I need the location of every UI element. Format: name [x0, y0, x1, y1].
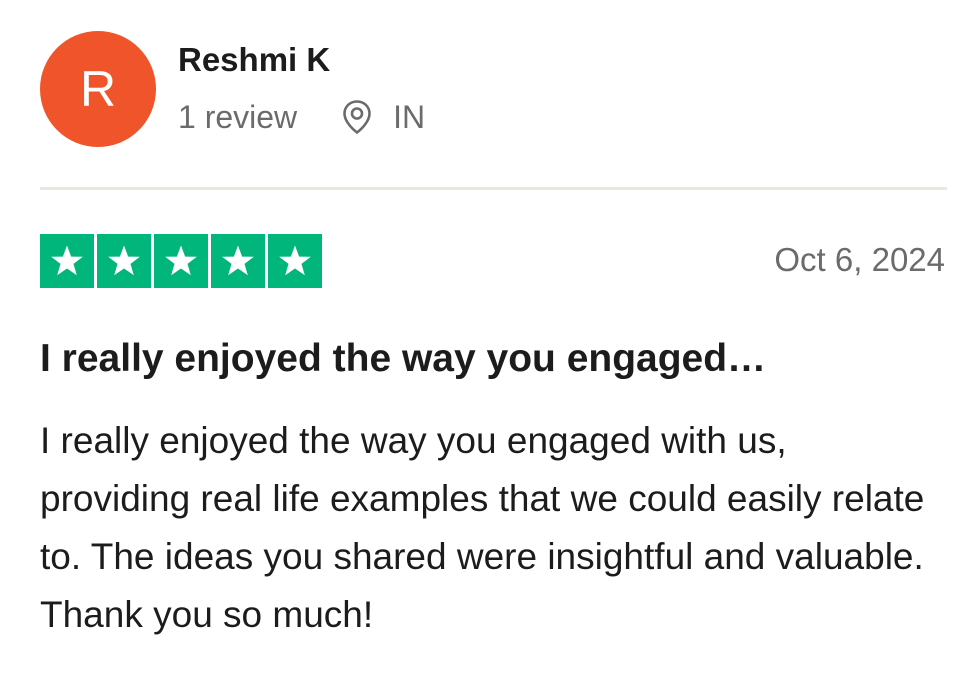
map-pin-icon [341, 99, 373, 135]
reviewer-location: IN [341, 99, 425, 136]
review-title[interactable]: I really enjoyed the way you engaged… [40, 335, 766, 383]
star-icon [97, 234, 151, 288]
reviewer-meta: 1 review IN [178, 96, 425, 138]
avatar-initial: R [79, 61, 117, 117]
review-body: I really enjoyed the way you engaged wit… [40, 420, 925, 635]
star-icon [40, 234, 94, 288]
star-icon [211, 234, 265, 288]
star-rating [40, 234, 322, 288]
divider [40, 187, 947, 190]
review-count: 1 review [178, 98, 298, 135]
location-code: IN [393, 98, 426, 135]
reviewer-name[interactable]: Reshmi K [178, 40, 330, 80]
star-icon [154, 234, 208, 288]
star-icon [268, 234, 322, 288]
review-date: Oct 6, 2024 [774, 241, 945, 278]
avatar[interactable]: R [40, 31, 156, 147]
